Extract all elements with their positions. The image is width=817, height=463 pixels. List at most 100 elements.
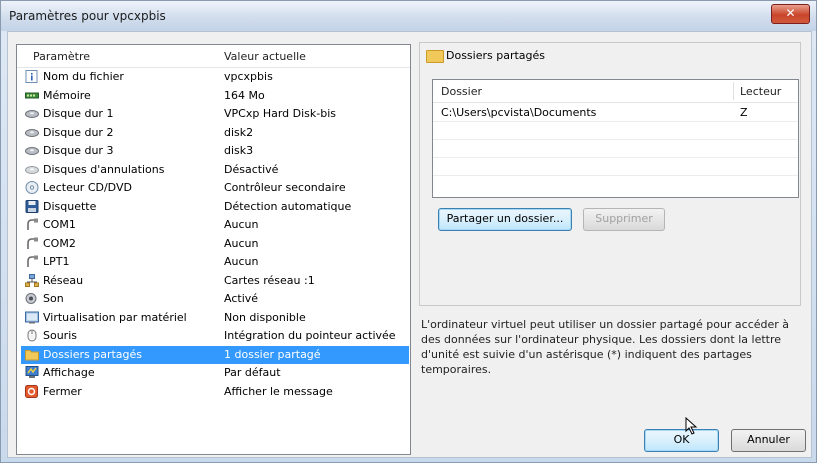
setting-name: Virtualisation par matériel (43, 310, 187, 324)
setting-value: 1 dossier partagé (224, 347, 321, 361)
grid-divider (433, 175, 798, 176)
shared-folders-panel: Dossiers partagés Dossier Lecteur C:\Use… (419, 42, 801, 306)
settings-row[interactable]: Lecteur CD/DVD Contrôleur secondaire (21, 179, 409, 197)
grid-header-folder[interactable]: Dossier (441, 85, 482, 98)
setting-name: Disquette (43, 199, 97, 213)
setting-value: Non disponible (224, 310, 306, 324)
settings-row[interactable]: COM2 Aucun (21, 235, 409, 253)
grid-cell-drive: Z (740, 106, 748, 119)
settings-row[interactable]: Disquette Détection automatique (21, 198, 409, 216)
close-setting-icon (25, 384, 38, 398)
setting-value: disk2 (224, 125, 254, 139)
setting-name: Disque dur 2 (43, 125, 114, 139)
setting-value: Par défaut (224, 366, 281, 379)
setting-name: Réseau (43, 273, 84, 287)
cd-icon (25, 181, 39, 194)
grid-header: Dossier Lecteur (433, 80, 798, 103)
grid-divider (433, 157, 798, 158)
share-folder-button[interactable]: Partager un dossier... (438, 208, 572, 231)
setting-name: COM2 (43, 236, 76, 250)
settings-row[interactable]: Nom du fichier vpcxpbis (21, 68, 409, 86)
harddisk-icon (25, 128, 39, 137)
delete-button[interactable]: Supprimer (583, 208, 665, 231)
setting-value: 164 Mo (224, 88, 265, 102)
setting-name: Nom du fichier (43, 70, 124, 83)
grid-cell-folder: C:\Users\pcvista\Documents (441, 106, 597, 119)
setting-value: Intégration du pointeur activée (224, 329, 396, 342)
hardware-virtualization-icon (25, 311, 39, 323)
ok-button[interactable]: OK (644, 429, 719, 452)
settings-row[interactable]: Disque dur 1 VPCxp Hard Disk-bis (21, 105, 409, 123)
settings-row[interactable]: Souris Intégration du pointeur activée (21, 327, 409, 345)
settings-row[interactable]: Disques d'annulations Désactivé (21, 161, 409, 179)
settings-row[interactable]: Disque dur 2 disk2 (21, 124, 409, 142)
grid-header-divider (733, 82, 734, 100)
setting-value: Aucun (224, 218, 259, 231)
port-icon (27, 218, 38, 230)
undo-disk-icon (25, 165, 39, 174)
settings-row[interactable]: Mémoire 164 Mo (21, 87, 409, 105)
setting-value: Cartes réseau :1 (224, 273, 315, 287)
setting-name: Disque dur 3 (43, 144, 114, 157)
settings-row[interactable]: LPT1 Aucun (21, 253, 409, 271)
settings-dialog: Paramètres pour vpcxpbis ✕ Paramètre Val… (0, 0, 817, 463)
port-icon (27, 237, 38, 249)
cancel-button[interactable]: Annuler (731, 429, 806, 452)
panel-title: Dossiers partagés (446, 49, 546, 62)
setting-value: vpcxpbis (224, 70, 273, 83)
setting-value: disk3 (224, 144, 254, 157)
settings-row[interactable]: Son Activé (21, 290, 409, 308)
setting-name: Disques d'annulations (43, 162, 165, 176)
setting-name: Disque dur 1 (43, 107, 114, 120)
shared-folders-grid[interactable]: Dossier Lecteur C:\Users\pcvista\Documen… (432, 79, 799, 198)
setting-name: Souris (43, 329, 77, 342)
info-icon (25, 70, 38, 83)
setting-name: Son (43, 292, 64, 305)
setting-value: VPCxp Hard Disk-bis (224, 107, 337, 120)
setting-name: Affichage (43, 366, 95, 379)
setting-name: Mémoire (43, 88, 91, 102)
column-header-param[interactable]: Paramètre (33, 50, 90, 63)
column-header-value[interactable]: Valeur actuelle (224, 50, 306, 63)
setting-value: Aucun (224, 236, 259, 250)
folder-icon (25, 349, 39, 360)
title-bar[interactable]: Paramètres pour vpcxpbis ✕ (1, 1, 816, 31)
setting-value: Activé (224, 292, 259, 305)
harddisk-icon (25, 147, 39, 155)
settings-row[interactable]: Dossiers partagés 1 dossier partagé (21, 345, 409, 364)
grid-divider (433, 139, 798, 140)
setting-name: Dossiers partagés (43, 347, 143, 361)
mouse-icon (27, 329, 37, 342)
setting-name: Fermer (43, 384, 82, 398)
settings-row[interactable]: COM1 Aucun (21, 216, 409, 234)
setting-value: Afficher le message (224, 384, 333, 398)
network-icon (25, 273, 39, 287)
setting-name: COM1 (43, 218, 76, 231)
setting-value: Détection automatique (224, 199, 352, 213)
harddisk-icon (25, 110, 39, 118)
settings-row[interactable]: Virtualisation par matériel Non disponibl… (21, 309, 409, 327)
settings-row[interactable]: Réseau Cartes réseau :1 (21, 272, 409, 290)
folder-icon (426, 50, 444, 63)
settings-list[interactable]: Paramètre Valeur actuelle Nom du fichier… (16, 44, 411, 455)
grid-divider (433, 121, 798, 122)
floppy-icon (25, 199, 39, 213)
memory-icon (25, 92, 39, 98)
grid-row[interactable]: C:\Users\pcvista\Documents Z (433, 103, 798, 121)
setting-value: Aucun (224, 255, 259, 268)
close-button[interactable]: ✕ (771, 4, 810, 24)
grid-header-drive[interactable]: Lecteur (740, 85, 781, 98)
settings-list-header: Paramètre Valeur actuelle (17, 45, 410, 68)
sound-icon (25, 293, 37, 304)
settings-row[interactable]: Disque dur 3 disk3 (21, 142, 409, 160)
settings-row[interactable]: Affichage Par défaut (21, 364, 409, 382)
setting-value: Désactivé (224, 162, 279, 176)
display-icon (25, 366, 39, 378)
setting-name: LPT1 (43, 255, 70, 268)
settings-row[interactable]: Fermer Afficher le message (21, 383, 409, 401)
setting-value: Contrôleur secondaire (224, 181, 346, 194)
shared-folders-info: L'ordinateur virtuel peut utiliser un do… (421, 318, 790, 376)
port-icon (27, 255, 38, 267)
mouse-cursor-icon (685, 417, 698, 435)
window-title: Paramètres pour vpcxpbis (9, 9, 166, 23)
